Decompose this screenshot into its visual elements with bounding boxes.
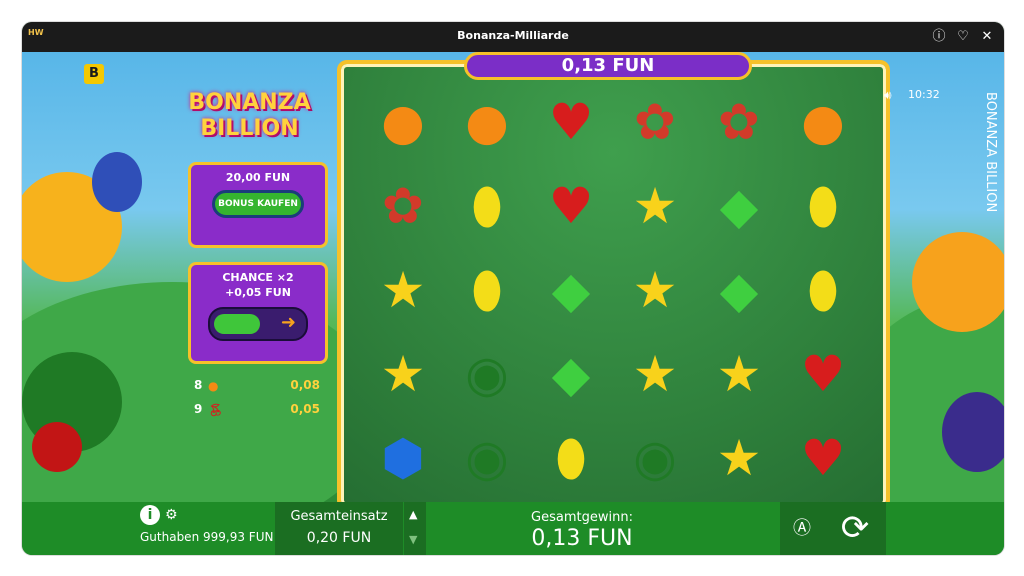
toggle-knob xyxy=(214,314,260,334)
heart-favorite-icon[interactable]: ♡ xyxy=(954,28,972,46)
speaker-icon[interactable]: 🔊︎ xyxy=(884,88,892,103)
orange-symbol-icon: ● xyxy=(801,93,845,151)
background-cherries xyxy=(32,422,82,472)
gear-icon[interactable]: ⚙ xyxy=(165,507,178,523)
buy-bonus-panel: 20,00 FUN BONUS KAUFEN xyxy=(188,162,328,248)
background-grapes xyxy=(92,152,142,212)
paytable-payout: 0,05 xyxy=(290,402,320,416)
buy-bonus-button[interactable]: BONUS KAUFEN xyxy=(212,190,304,218)
background-plum xyxy=(942,392,1004,472)
heart-symbol-icon: ♥ xyxy=(548,177,594,235)
lemon-symbol-icon: ⬮ xyxy=(471,177,503,235)
lemon-symbol-icon: ⬮ xyxy=(555,429,587,487)
star-symbol-icon: ★ xyxy=(380,261,426,319)
game-area: B BONANZA BILLION 20,00 FUN BONUS KAUFEN… xyxy=(22,52,1004,502)
bet-label: Gesamteinsatz xyxy=(290,509,388,524)
game-window: HW Bonanza-Milliarde ⓘ ♡ ✕ B BONANZA BIL… xyxy=(22,22,1004,555)
bet-decrease-icon[interactable]: ▼ xyxy=(409,533,417,546)
gem-symbol-icon: ◆ xyxy=(719,261,759,319)
total-win-value: 0,13 FUN xyxy=(531,526,633,551)
scatter-symbol-icon: ✿ xyxy=(382,177,424,235)
spin-button[interactable]: ⟳ xyxy=(824,502,886,555)
star-symbol-icon: ★ xyxy=(632,261,678,319)
star-symbol-icon: ★ xyxy=(716,345,762,403)
bet-increase-icon[interactable]: ▲ xyxy=(409,508,417,521)
background-orange-right xyxy=(912,232,1004,332)
reel-grid: ● ● ♥ ✿ ✿ ● ✿ ⬮ ♥ ★ ◆ ⬮ ★ ⬮ ◆ ★ ◆ ⬮ ★ ◉ ◆ ★ ★ ♥ ⬢ ◉ ⬮ ◉ ★ ♥ xyxy=(337,60,890,502)
cherries-icon: 🍒︎ xyxy=(208,403,224,417)
chance-x2-panel: CHANCE ×2 +0,05 FUN ➜ xyxy=(188,262,328,364)
win-display: 0,13 FUN xyxy=(464,52,752,80)
gem-symbol-icon: ◆ xyxy=(551,345,591,403)
heart-symbol-icon: ♥ xyxy=(548,93,594,151)
balance-text: Guthaben 999,93 FUN xyxy=(140,530,274,544)
chance-toggle[interactable]: ➜ xyxy=(208,307,308,341)
star-symbol-icon: ★ xyxy=(632,177,678,235)
bet-adjust: ▲ ▼ xyxy=(404,502,426,555)
heart-symbol-icon: ♥ xyxy=(800,429,846,487)
bet-box: Gesamteinsatz 0,20 FUN xyxy=(275,502,403,555)
chance-price: +0,05 FUN xyxy=(225,286,291,299)
total-win-label: Gesamtgewinn: xyxy=(531,510,633,525)
orange-icon: ● xyxy=(208,379,219,393)
star-symbol-icon: ★ xyxy=(632,345,678,403)
b-badge: B xyxy=(84,64,104,84)
watermelon-symbol-icon: ◉ xyxy=(465,345,509,403)
scatter-symbol-icon: ✿ xyxy=(634,93,676,151)
bottom-bar: i ⚙ Guthaben 999,93 FUN Gesamteinsatz 0,… xyxy=(22,502,1004,555)
orange-symbol-icon: ● xyxy=(465,93,509,151)
arrow-right-icon: ➜ xyxy=(280,312,296,333)
game-logo: BONANZA BILLION xyxy=(188,90,311,141)
buy-bonus-price: 20,00 FUN xyxy=(225,171,291,184)
gem-symbol-icon: ◆ xyxy=(719,177,759,235)
window-title: Bonanza-Milliarde xyxy=(457,29,569,42)
heart-symbol-icon: ♥ xyxy=(800,345,846,403)
autoplay-button[interactable]: Ⓐ xyxy=(780,502,824,555)
vertical-game-title: BONANZA BILLION xyxy=(983,92,998,213)
watermelon-symbol-icon: ◉ xyxy=(633,429,677,487)
chance-title: CHANCE ×2 xyxy=(222,271,294,284)
scatter-symbol-icon: ✿ xyxy=(718,93,760,151)
lemon-symbol-icon: ⬮ xyxy=(471,261,503,319)
paytable-payout: 0,08 xyxy=(290,378,320,392)
orange-symbol-icon: ● xyxy=(381,93,425,151)
sapphire-symbol-icon: ⬢ xyxy=(381,429,425,487)
close-icon[interactable]: ✕ xyxy=(978,28,996,46)
paytable-row: 9 🍒︎ 0,05 xyxy=(194,402,320,418)
lemon-symbol-icon: ⬮ xyxy=(807,261,839,319)
paytable-count: 9 xyxy=(194,402,203,416)
star-symbol-icon: ★ xyxy=(716,429,762,487)
paytable-count: 8 xyxy=(194,378,203,392)
gem-symbol-icon: ◆ xyxy=(551,261,591,319)
star-symbol-icon: ★ xyxy=(380,345,426,403)
paytable-row: 8 ● 0,08 xyxy=(194,378,320,394)
lemon-symbol-icon: ⬮ xyxy=(807,177,839,235)
bet-value: 0,20 FUN xyxy=(306,530,372,546)
watermelon-symbol-icon: ◉ xyxy=(465,429,509,487)
title-bar: HW Bonanza-Milliarde ⓘ ♡ ✕ xyxy=(22,22,1004,52)
info-icon[interactable]: i xyxy=(140,505,160,525)
clock-time: 10:32 xyxy=(908,88,940,101)
info-circle-icon[interactable]: ⓘ xyxy=(930,28,948,46)
